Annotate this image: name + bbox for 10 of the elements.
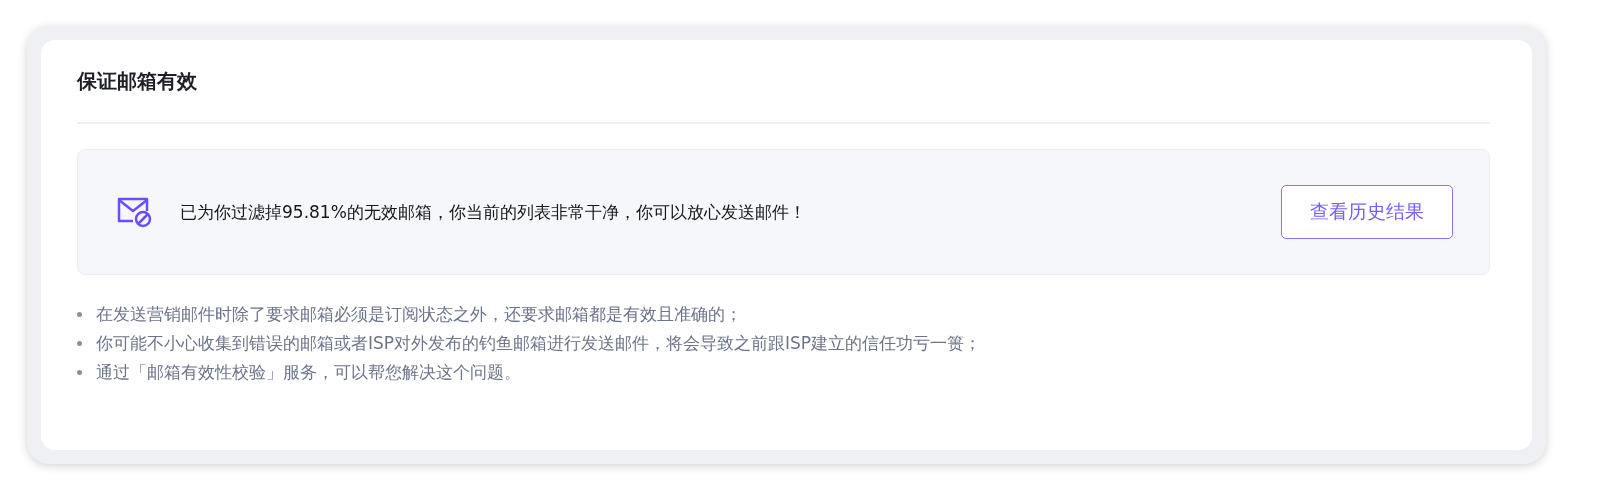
tip-text: 在发送营销邮件时除了要求邮箱必须是订阅状态之外，还要求邮箱都是有效且准确的； [96, 303, 742, 325]
tip-text: 你可能不小心收集到错误的邮箱或者ISP对外发布的钓鱼邮箱进行发送邮件，将会导致之前跟ISP建立的信任功亏一篑； [96, 332, 982, 354]
card-title: 保证邮箱有效 [77, 67, 198, 95]
bullet-dot [77, 340, 82, 346]
history-results-button[interactable]: 查看历史结果 [1281, 185, 1453, 239]
notice-message: 已为你过滤掉95.81%的无效邮箱，你当前的列表非常干净，你可以放心发送邮件！ [180, 200, 807, 224]
bullet-dot [77, 369, 82, 375]
tip-text: 通过「邮箱有效性校验」服务，可以帮您解决这个问题。 [96, 361, 521, 383]
mail-blocked-icon [116, 196, 152, 228]
bullet-dot [77, 311, 82, 317]
